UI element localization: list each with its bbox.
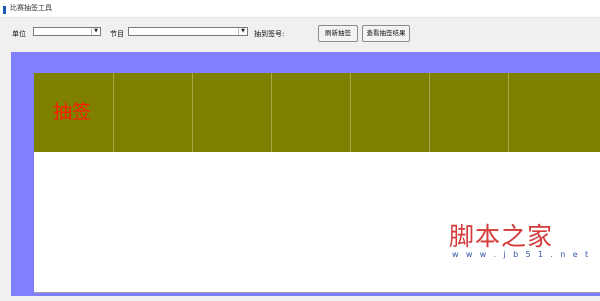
program-select[interactable]: ▼ <box>128 27 248 36</box>
view-results-button[interactable]: 查看抽签结果 <box>362 25 410 42</box>
unit-label: 单位 <box>12 30 26 38</box>
unit-select[interactable]: ▼ <box>33 27 101 36</box>
slot-divider <box>350 73 351 152</box>
lot-strip: 抽签 <box>34 73 600 152</box>
title-bar: 比赛抽签工具 <box>0 0 600 18</box>
watermark-url: w w w . j b 5 1 . n e t <box>452 250 591 259</box>
watermark-text: 脚本之家 <box>449 222 554 251</box>
window-title: 比赛抽签工具 <box>10 4 52 12</box>
bottom-divider <box>34 292 600 293</box>
slot-divider <box>508 73 509 152</box>
drawn-number-label: 抽到签号: <box>254 30 285 38</box>
chevron-down-icon[interactable]: ▼ <box>238 28 247 35</box>
slot-divider <box>429 73 430 152</box>
slot-divider <box>271 73 272 152</box>
slot-divider <box>113 73 114 152</box>
chevron-down-icon[interactable]: ▼ <box>91 28 100 35</box>
draw-board: 抽签 脚本之家 w w w . j b 5 1 . n e t <box>34 73 600 293</box>
program-label: 节目 <box>110 30 124 38</box>
app-icon <box>3 6 6 14</box>
app-window: 比赛抽签工具 单位 ▼ 节目 ▼ 抽到签号: 刷新抽签 查看抽签结果 抽签 脚本… <box>0 0 600 301</box>
slot-divider <box>192 73 193 152</box>
draw-label[interactable]: 抽签 <box>53 101 91 123</box>
refresh-draw-button[interactable]: 刷新抽签 <box>318 25 358 42</box>
